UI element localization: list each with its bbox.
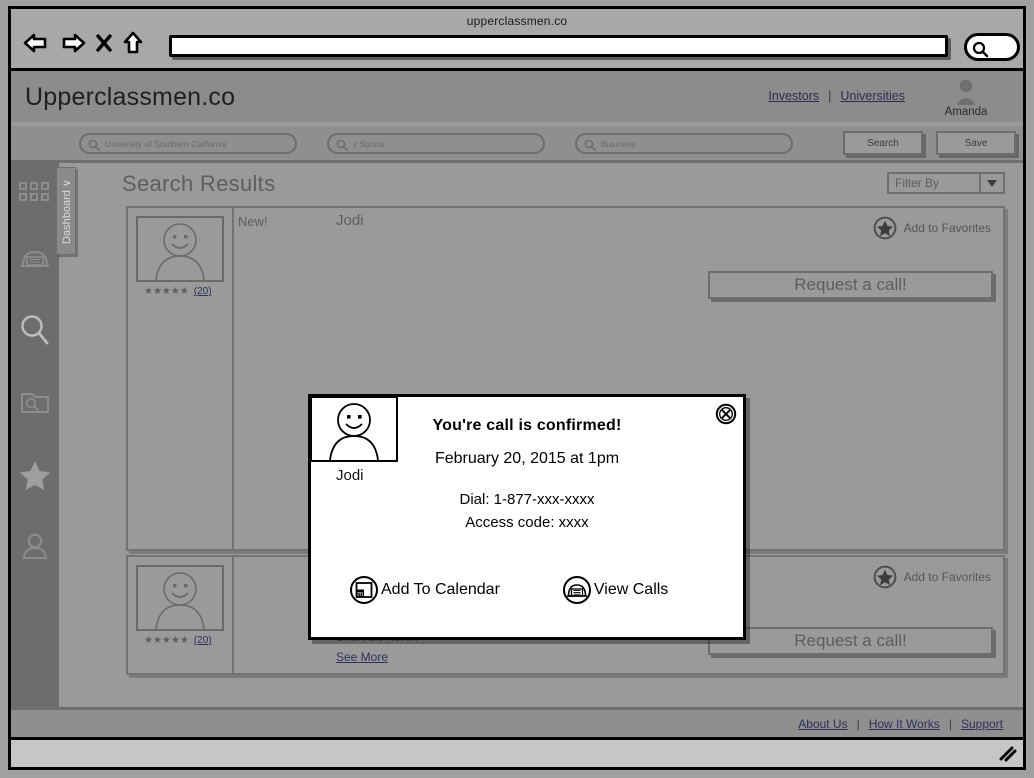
search-icon [583,138,597,152]
search-input-business[interactable]: Business [575,133,793,154]
search-input-university[interactable]: University of Southern California [79,133,297,154]
footer-links: About Us | How It Works | Support [798,717,1003,731]
header-link-separator: | [828,89,832,103]
user-name: Amanda [944,106,988,118]
svg-text:m: m [357,591,363,598]
wireframe-screen: upperclassmen.co Upperclassmen.co Invest… [0,0,1034,778]
search-filter-bar: University of Southern California x Spor… [11,126,1023,163]
search-value-university: University of Southern California [105,139,227,149]
view-calls-button[interactable]: View Calls [562,575,668,605]
footer-link-about-us[interactable]: About Us [798,717,847,731]
home-arrow-icon[interactable] [120,30,146,56]
star-icon [873,216,897,240]
rating-stars: ★★★★★ [144,635,189,646]
call-confirmation-modal: Jodi You're call is confirmed! February … [308,394,746,640]
dashboard-tab[interactable]: Dashboard ∨ [56,167,76,255]
dashboard-tab-label: Dashboard ∨ [60,178,73,244]
sidebar-item-profile[interactable] [11,511,59,583]
add-to-calendar-button[interactable]: m Add To Calendar [349,575,500,605]
sidebar-item-favorites[interactable] [11,439,59,511]
page-body: Dashboard ∨ Search Results Filter By ★★★… [11,163,1023,767]
browser-page-title: upperclassmen.co [466,14,568,28]
search-value-business: Business [601,139,636,149]
card-divider [232,557,234,673]
header-nav-links: Investors | Universities [768,89,905,103]
see-more-link[interactable]: See More [336,650,388,664]
result-thumbnail [136,565,224,631]
sidebar-rail: Dashboard ∨ [11,163,76,707]
result-thumbnail [136,216,224,282]
modal-dial-number: Dial: 1-877-xxx-xxxx [459,491,595,508]
modal-actions: m Add To Calendar View Calls [349,575,705,605]
modal-title: You're call is confirmed! [432,417,622,434]
save-button[interactable]: Save [936,131,1016,155]
search-button[interactable]: Search [843,131,923,155]
forward-arrow-icon[interactable] [58,31,88,55]
stop-x-icon[interactable] [95,31,113,55]
result-rating: ★★★★★ (20) [144,635,212,646]
calendar-icon: m [349,575,379,605]
search-icon [335,138,349,152]
status-bar [11,737,1023,767]
page-title: Search Results [122,171,276,196]
star-icon [873,565,897,589]
footer-separator: | [948,717,952,731]
site-header: Upperclassmen.co Investors | Universitie… [11,71,1023,126]
filter-by-dropdown[interactable]: Filter By [887,172,1005,194]
person-icon [18,532,52,562]
favorites-label: Add to Favorites [903,221,991,235]
browser-window: upperclassmen.co Upperclassmen.co Invest… [8,6,1026,770]
view-calls-label: View Calls [593,581,669,598]
add-to-calendar-label: Add To Calendar [381,581,500,598]
search-value-sports: x Sports [353,139,385,149]
footer-link-how-it-works[interactable]: How It Works [869,717,940,731]
card-divider [232,208,234,549]
phone-icon [18,244,52,274]
new-badge: New! [238,214,268,229]
modal-person-name: Jodi [336,467,364,484]
header-link-universities[interactable]: Universities [840,89,905,103]
site-footer: About Us | How It Works | Support [11,707,1023,737]
sidebar-item-calls[interactable] [11,223,59,295]
browser-search-box[interactable] [964,33,1020,61]
filter-by-label: Filter By [895,176,940,190]
back-arrow-icon[interactable] [21,31,51,55]
request-a-call-button-jodi[interactable]: Request a call! [708,271,993,299]
rating-stars: ★★★★★ [144,286,189,297]
add-to-favorites-amy[interactable]: Add to Favorites [873,565,991,589]
request-a-call-button-amy[interactable]: Request a call! [708,627,993,655]
chevron-down-icon [979,174,1003,192]
phone-icon [562,575,592,605]
user-account[interactable]: Amanda [931,78,1001,118]
grid-icon [17,180,53,206]
result-rating: ★★★★★ (20) [144,286,212,297]
site-logo: Upperclassmen.co [25,83,236,111]
footer-separator: | [856,717,860,731]
rating-count[interactable]: (20) [194,286,212,297]
sidebar-item-dashboard[interactable] [11,163,59,223]
browser-chrome: upperclassmen.co [11,9,1023,71]
magnifier-icon [18,313,52,349]
result-name: Jodi [336,212,364,229]
sidebar-item-saved-searches[interactable] [11,367,59,439]
header-link-investors[interactable]: Investors [768,89,819,103]
rating-count[interactable]: (20) [194,635,212,646]
avatar-icon [931,78,1001,108]
resize-grip-icon[interactable] [998,745,1018,763]
footer-link-support[interactable]: Support [961,717,1003,731]
favorites-label: Add to Favorites [903,570,991,584]
star-icon [17,458,53,492]
search-input-sports[interactable]: x Sports [327,133,545,154]
browser-nav-icons [21,30,146,56]
modal-datetime: February 20, 2015 at 1pm [434,450,620,467]
modal-access-code: Access code: xxxx [465,514,589,531]
folder-search-icon [19,389,51,417]
address-bar[interactable] [169,35,948,57]
search-icon [87,138,101,152]
sidebar-item-search[interactable] [11,295,59,367]
add-to-favorites-jodi[interactable]: Add to Favorites [873,216,991,240]
